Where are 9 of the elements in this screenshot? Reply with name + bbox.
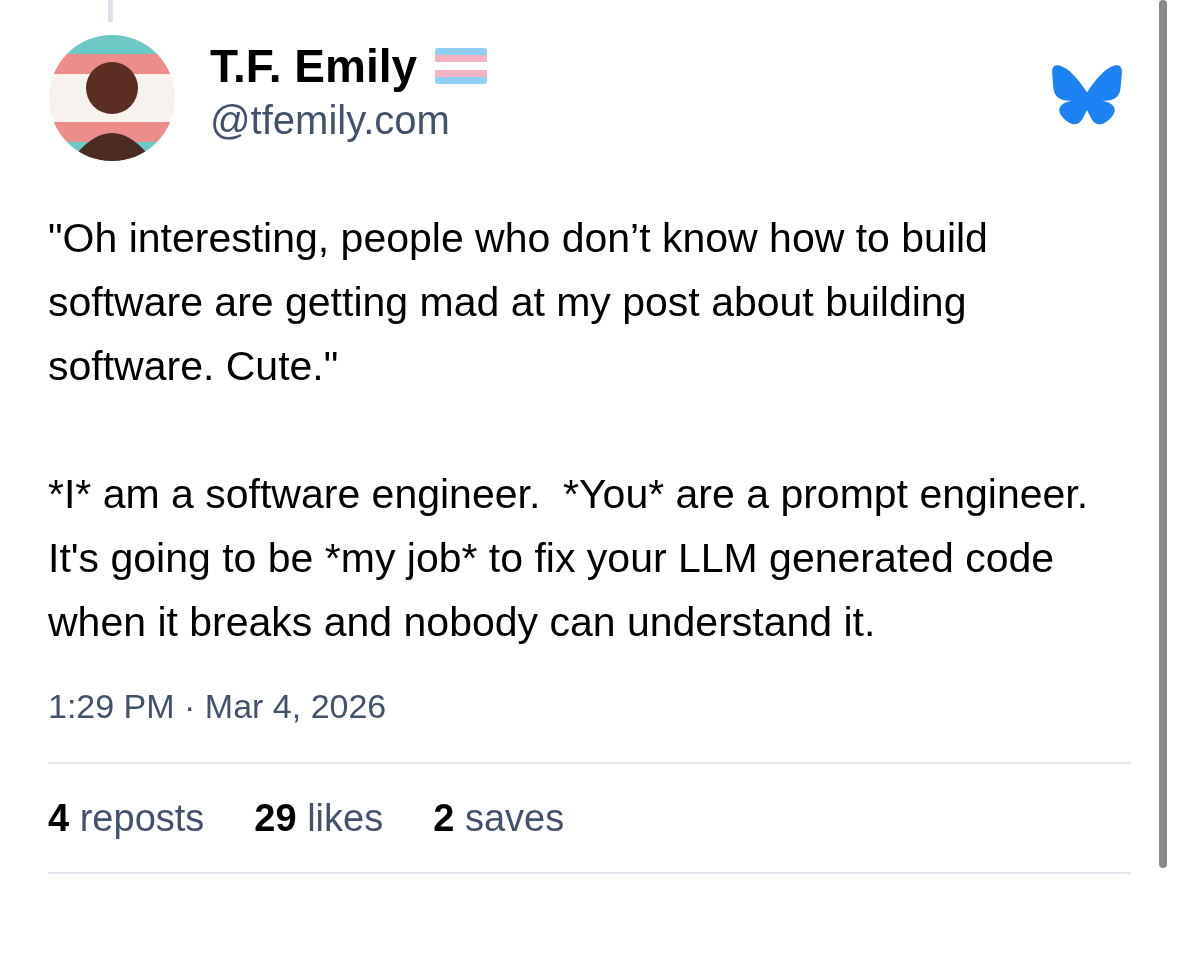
flag-icon bbox=[435, 48, 488, 84]
user-handle[interactable]: @tfemily.com bbox=[210, 94, 488, 146]
post-timestamp: 1:29 PM · Mar 4, 2026 bbox=[48, 686, 388, 727]
post-text: "Oh interesting, people who don’t know how to build software are getting mad at my post about building software. Cute." bbox=[48, 214, 989, 391]
display-name[interactable]: T.F. Emily bbox=[210, 38, 418, 94]
post-text: *I* am a software engineer. *You* are a prompt engineer. It's going to be *my job* to fix your LLM generated code when it breaks and nobody can understand it. bbox=[48, 470, 1090, 647]
stat-link[interactable]: 4 reposts bbox=[48, 794, 205, 842]
stat-link[interactable]: 2 saves bbox=[433, 794, 565, 842]
stat-link[interactable]: 29 likes bbox=[254, 794, 384, 842]
